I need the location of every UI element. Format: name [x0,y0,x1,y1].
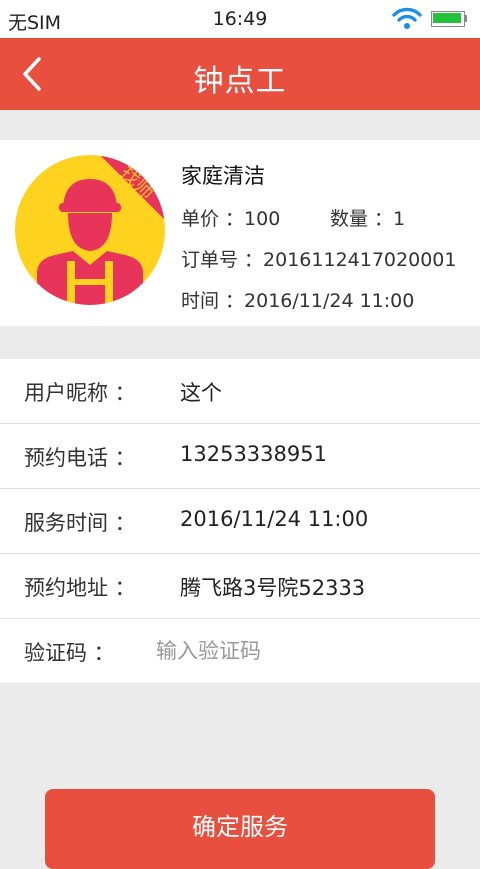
battery-icon [431,11,467,27]
phone-value[interactable]: 13253338951 [180,442,327,466]
verification-code-row: 验证码 ： [0,619,480,683]
price-label: 单价 ： [181,208,245,230]
service-name: 家庭清洁 [181,164,265,188]
address-label: 预约地址 ： [24,576,136,600]
quantity-value: 1 [393,208,406,230]
time-label: 时间 ： [181,290,245,312]
service-card: 找师 家庭清洁 单价 ：100 数量 ：1 订单号 ：2016112417020… [0,140,480,326]
phone-row: 预约电话 ： 13253338951 [0,424,480,489]
quantity-label: 数量 ： [330,208,394,230]
phone-label: 预约电话 ： [24,446,136,470]
price-info: 单价 ：100 [181,204,280,231]
nickname-row: 用户昵称 ： 这个 [0,359,480,424]
wifi-icon [392,7,422,29]
time-info: 时间 ：2016/11/24 11:00 [181,286,414,313]
nav-bar: 钟点工 [0,38,480,110]
status-bar: 无SIM 16:49 [0,0,480,38]
verification-code-label: 验证码 ： [24,641,115,665]
service-time-value: 2016/11/24 11:00 [180,507,369,531]
order-number: 2016112417020001 [263,249,457,271]
page-title: 钟点工 [193,64,287,99]
verification-code-input[interactable] [152,629,460,673]
order-label: 订单号 ： [181,249,264,271]
time-value: 2016/11/24 11:00 [244,290,415,312]
confirm-service-button[interactable]: 确定服务 [45,789,435,869]
address-value: 腾飞路3号院52333 [180,576,366,600]
address-row: 预约地址 ： 腾飞路3号院52333 [0,554,480,619]
price-value: 100 [244,208,281,230]
quantity-info: 数量 ：1 [330,204,405,231]
worker-avatar-icon: 找师 [15,155,165,305]
service-time-label: 服务时间 ： [24,511,136,535]
nickname-value: 这个 [180,381,222,405]
nickname-label: 用户昵称 ： [24,381,136,405]
service-time-row: 服务时间 ： 2016/11/24 11:00 [0,489,480,554]
detail-list: 用户昵称 ： 这个 预约电话 ： 13253338951 服务时间 ： 2016… [0,359,480,683]
order-info: 订单号 ：2016112417020001 [181,245,456,272]
